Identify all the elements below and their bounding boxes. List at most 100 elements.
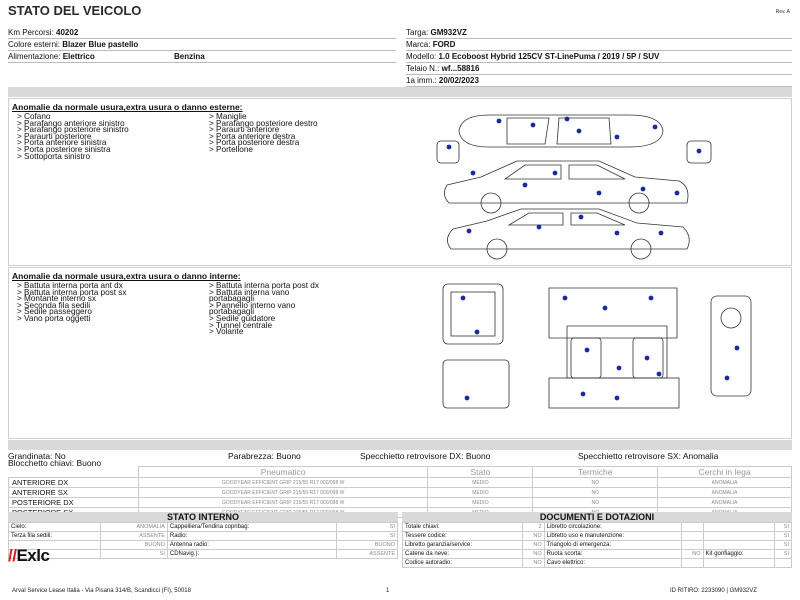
tyre-row: ANTERIORE DX GOODYEAR EFFICIENT GRIP 215/… [8,477,792,488]
damage-marker [596,190,602,196]
damage-marker [578,214,584,220]
damage-marker [446,144,452,150]
documenti-cell: SI [774,549,792,559]
documenti-cell [702,540,776,550]
stato-interno-cell: ANOMALIA [100,522,168,532]
damage-marker [460,295,466,301]
stato-interno-cell: Antenna radio: [166,540,337,550]
documenti-cell: NO [521,549,545,559]
stato-interno-table: Cielo: ANOMALIA Cappelliera/Tendina coprib… [7,522,399,559]
vehicle-info-left: Km Percorsi: 40202 Colore esterni: Blaze… [8,27,396,63]
damage-marker [658,230,664,236]
documenti-section: DOCUMENTI E DOTAZIONI Totale chiavi: 2 Lib… [402,512,792,568]
documenti-cell: Codice autoradio: [402,558,523,568]
damage-marker [584,347,590,353]
documenti-cell: Totale chiavi: [402,522,523,532]
tyre-cell: MEDIO [427,487,534,498]
stato-interno-cell: SI [335,522,399,532]
section-divider [8,87,792,97]
documenti-cell: Libretto garanzia/service: [402,540,523,550]
documenti-cell: Triangolo di emergenza: [543,540,682,550]
footer-address: Arval Service Lease Italia - Via Pisana … [12,588,191,594]
damage-marker [536,224,542,230]
info-row-targa: Targa: GM932VZ [406,27,792,39]
stato-interno-cell: BUONO [100,540,168,550]
exterior-damage-panel: Anomalie da normale usura,extra usura o … [8,98,792,266]
exterior-damage-item: > Sottoporta sinistro [17,151,91,161]
interior-list-col2: > Battuta interna porta post dx > Battuta… [209,282,319,337]
tyre-cell: GOODYEAR EFFICIENT GRIP 215/55 R17 000/0… [137,487,429,498]
stato-interno-cell: ASSENTE [335,549,399,559]
tyre-table: Pneumatico Stato Termiche Cerchi in lega… [8,466,792,518]
documenti-cell: SI [774,522,792,532]
exterior-car-diagram [429,107,719,263]
documenti-row: Totale chiavi: 2 Libretto circolazione: SI [402,522,792,532]
stato-interno-row: SI CDNavig.): ASSENTE [7,549,399,559]
stato-interno-cell: ASSENTE [100,531,168,541]
info-row-colore: Colore esterni: Blazer Blue pastello [8,39,396,51]
documenti-row: Codice autoradio: NO Cavo elettrico: [402,558,792,568]
documenti-cell: SI [774,531,792,541]
documenti-cell: Catene da neve: [402,549,523,559]
info-row-marca: Marca: FORD [406,39,792,51]
documenti-title: DOCUMENTI E DOTAZIONI [402,512,792,522]
documenti-cell [702,522,776,532]
documenti-cell: Kit gonfiaggio: [702,549,776,559]
tyre-cell: NO [532,497,659,508]
documenti-cell [774,558,792,568]
damage-marker [724,375,730,381]
interior-damage-panel: Anomalie da normale usura,extra usura o … [8,267,792,439]
interior-car-diagram [437,278,777,438]
interior-damage-item: > Volante [209,327,244,337]
documenti-cell: Libretto circolazione: [543,522,682,532]
damage-marker [580,391,586,397]
damage-marker [614,395,620,401]
tyre-cell: ANOMALIA [657,477,792,488]
damage-marker [644,355,650,361]
documenti-cell: NO [521,531,545,541]
tyre-row: POSTERIORE DX GOODYEAR EFFICIENT GRIP 215… [8,497,792,508]
damage-marker [648,295,654,301]
documenti-cell: Libretto uso e manutenzione: [543,531,682,541]
documenti-cell [702,531,776,541]
exterior-title: Anomalie da normale usura,extra usura o … [12,102,243,112]
stato-interno-cell: Radio: [166,531,337,541]
info-row-immatricolazione: 1a imm.: 20/02/2023 [406,75,792,87]
stato-interno-row: Cielo: ANOMALIA Cappelliera/Tendina coprib… [7,522,399,532]
documenti-cell [680,522,704,532]
tyre-header-cerchi: Cerchi in lega [657,466,792,478]
tyre-header-blank [8,466,139,478]
tyre-cell: MEDIO [427,477,534,488]
documenti-row: Tessere codice: NO Libretto uso e manutenz… [402,531,792,541]
footer-page: 1 [386,588,390,594]
exterior-damage-item: > Portellone [209,144,253,154]
damage-marker [602,305,608,311]
footer-id: ID RITIRO: 2233090 | GM932VZ [670,588,757,594]
damage-marker [616,365,622,371]
stato-interno-cell: Terza fila sedili: [7,531,102,541]
stato-interno-cell: SI [335,531,399,541]
damage-marker [464,395,470,401]
page-title: STATO DEL VEICOLO [8,3,142,18]
revision-label: Rev. A [775,9,790,15]
tyre-cell: ANOMALIA [657,487,792,498]
info-row-alimentazione: Alimentazione: Elettrico Benzina [8,51,396,63]
documenti-cell: NO [521,540,545,550]
tyre-cell: ANOMALIA [657,497,792,508]
conditions-divider [8,440,792,450]
tyre-cell: POSTERIORE DX [8,497,139,508]
documenti-cell: 2 [521,522,545,532]
documenti-cell: Tessere codice: [402,531,523,541]
documenti-row: Libretto garanzia/service: NO Triangolo di… [402,540,792,550]
tyre-cell: NO [532,487,659,498]
stato-interno-row: BUONO Antenna radio: BUONO [7,540,399,550]
interior-list-col1: > Battuta interna porta ant dx > Battuta … [17,282,126,323]
documenti-cell [680,558,704,568]
damage-marker [656,371,662,377]
damage-marker [474,329,480,335]
damage-marker [576,128,582,134]
damage-marker [562,295,568,301]
damage-marker [734,345,740,351]
interior-title: Anomalie da normale usura,extra usura o … [12,271,241,281]
stato-interno-cell: SI [100,549,168,559]
